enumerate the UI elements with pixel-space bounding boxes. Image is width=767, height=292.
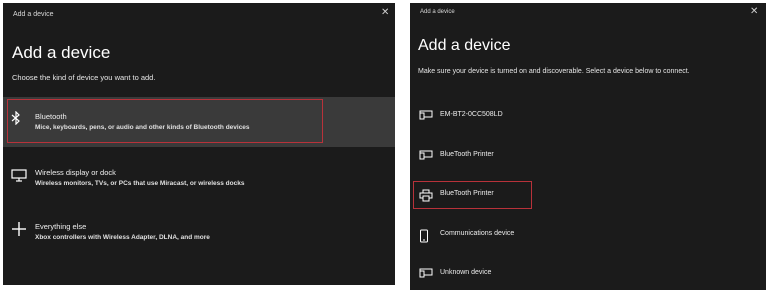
device-icon [419,110,433,120]
printer-icon [419,189,433,202]
device-label: EM-BT2-0CC508LD [440,111,503,118]
device-label: BlueTooth Printer [440,190,494,197]
option-bluetooth[interactable]: Bluetooth Mice, keyboards, pens, or audi… [3,97,395,147]
page-title: Add a device [12,43,111,62]
option-description: Mice, keyboards, pens, or audio and othe… [35,124,250,131]
device-icon [419,268,433,278]
close-icon[interactable]: ✕ [381,8,389,18]
option-description: Wireless monitors, TVs, or PCs that use … [35,180,245,187]
close-icon[interactable]: ✕ [750,7,758,17]
add-device-dialog-right: Add a device ✕ Add a device Make sure yo… [410,3,766,290]
option-wireless-display[interactable]: Wireless display or dock Wireless monito… [3,161,395,201]
device-icon [419,150,433,160]
page-subtitle: Choose the kind of device you want to ad… [12,73,156,82]
page-subtitle: Make sure your device is turned on and d… [418,68,690,75]
device-label: BlueTooth Printer [440,151,494,158]
option-title: Everything else [35,222,87,231]
device-item[interactable]: BlueTooth Printer [410,142,766,170]
window-title: Add a device [420,9,455,15]
page-title: Add a device [418,37,511,54]
device-label: Unknown device [440,269,492,276]
window-title: Add a device [13,11,54,18]
option-description: Xbox controllers with Wireless Adapter, … [35,234,210,241]
device-item[interactable]: Communications device [410,221,766,249]
option-everything-else[interactable]: Everything else Xbox controllers with Wi… [3,215,395,255]
device-label: Communications device [440,230,515,237]
monitor-icon [11,169,27,182]
bluetooth-icon [11,111,21,125]
device-item[interactable]: EM-BT2-0CC508LD [410,102,766,130]
device-item-selected[interactable]: BlueTooth Printer [410,181,766,209]
option-title: Wireless display or dock [35,168,116,177]
plus-icon [11,221,27,237]
device-item[interactable]: Unknown device [410,260,766,288]
add-device-dialog-left: Add a device ✕ Add a device Choose the k… [3,3,395,285]
option-title: Bluetooth [35,112,67,121]
phone-icon [419,229,429,243]
selection-highlight [7,99,323,143]
